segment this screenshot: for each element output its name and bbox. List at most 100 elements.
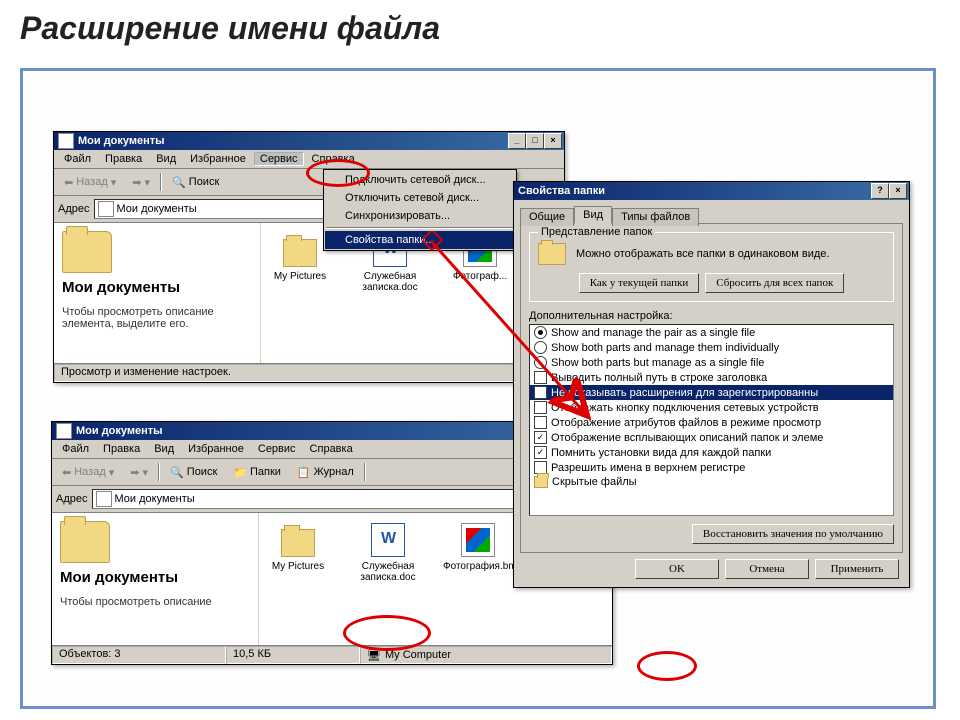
- side-description: Чтобы просмотреть описание элемента, выд…: [62, 306, 252, 330]
- folder-icon: [60, 521, 110, 563]
- setting-label: Разрешить имена в верхнем регистре: [551, 462, 745, 474]
- close-button[interactable]: ×: [889, 183, 907, 199]
- menu-item[interactable]: Отключить сетевой диск...: [325, 189, 515, 207]
- checkbox-icon: [534, 371, 547, 384]
- menu-правка[interactable]: Правка: [99, 152, 148, 166]
- setting-label: Помнить установки вида для каждой папки: [551, 447, 771, 459]
- menu-избранное[interactable]: Избранное: [184, 152, 252, 166]
- checkbox-icon: ✓: [534, 446, 547, 459]
- titlebar[interactable]: Мои документы _ □ ×: [54, 132, 564, 150]
- setting-row[interactable]: Разрешить имена в верхнем регистре: [530, 460, 893, 475]
- checkbox-icon: ✓: [534, 431, 547, 444]
- setting-label: Выводить полный путь в строке заголовка: [551, 372, 767, 384]
- window-title: Мои документы: [76, 425, 163, 437]
- tab-panel-view: Представление папок Можно отображать все…: [520, 223, 903, 553]
- menu-избранное[interactable]: Избранное: [182, 442, 250, 456]
- menu-правка[interactable]: Правка: [97, 442, 146, 456]
- group-text: Можно отображать все папки в одинаковом …: [576, 248, 885, 260]
- file-label: Фотография.bmp: [443, 561, 513, 572]
- address-field[interactable]: Мои документы: [92, 489, 537, 509]
- setting-row[interactable]: Show both parts and manage them individu…: [530, 340, 893, 355]
- setting-row[interactable]: Скрытые файлы: [530, 475, 893, 489]
- maximize-button[interactable]: □: [526, 133, 544, 149]
- address-label: Адрес: [58, 203, 90, 215]
- folders-button[interactable]: 📁 Папки: [227, 465, 287, 480]
- folder-icon: [98, 201, 114, 217]
- forward-button[interactable]: ➡ ▾: [124, 465, 154, 480]
- menu-справка[interactable]: Справка: [304, 442, 359, 456]
- file-label: My Pictures: [263, 561, 333, 572]
- file-label: Фотограф...: [445, 271, 515, 282]
- advanced-settings-list[interactable]: Show and manage the pair as a single fil…: [529, 324, 894, 516]
- setting-row[interactable]: Show both parts but manage as a single f…: [530, 355, 893, 370]
- search-button[interactable]: 🔍 Поиск: [164, 465, 223, 480]
- menu-item-folder-options[interactable]: Свойства папки...: [325, 231, 515, 249]
- forward-button[interactable]: ➡ ▾: [126, 175, 156, 190]
- menu-сервис[interactable]: Сервис: [254, 152, 304, 166]
- address-label: Адрес: [56, 493, 88, 505]
- reset-all-button[interactable]: Сбросить для всех папок: [705, 273, 844, 293]
- radio-icon: [534, 356, 547, 369]
- help-button[interactable]: ?: [871, 183, 889, 199]
- cancel-button[interactable]: Отмена: [725, 559, 809, 579]
- file-item[interactable]: Служебная записка.doc: [353, 523, 423, 583]
- setting-row[interactable]: Show and manage the pair as a single fil…: [530, 325, 893, 340]
- setting-row[interactable]: Выводить полный путь в строке заголовка: [530, 370, 893, 385]
- menu-вид[interactable]: Вид: [150, 152, 182, 166]
- annotation-circle: [637, 651, 697, 681]
- menu-вид[interactable]: Вид: [148, 442, 180, 456]
- file-item[interactable]: Фотография.bmp: [443, 523, 513, 572]
- restore-defaults-button[interactable]: Восстановить значения по умолчанию: [692, 524, 894, 544]
- setting-label: Скрытые файлы: [552, 476, 637, 488]
- setting-label: Show and manage the pair as a single fil…: [551, 327, 755, 339]
- close-button[interactable]: ×: [544, 133, 562, 149]
- checkbox-icon: [534, 416, 547, 429]
- file-label: My Pictures: [265, 271, 335, 282]
- menu-item[interactable]: Синхронизировать...: [325, 207, 515, 225]
- apply-button[interactable]: Применить: [815, 559, 899, 579]
- back-button[interactable]: ⬅ Назад ▾: [58, 175, 122, 190]
- group-title: Представление папок: [538, 226, 655, 238]
- slide-title: Расширение имени файла: [0, 0, 960, 57]
- side-description: Чтобы просмотреть описание: [60, 596, 250, 608]
- folder-icon: [96, 491, 112, 507]
- menu-файл[interactable]: Файл: [58, 152, 97, 166]
- doc-icon: [371, 523, 405, 557]
- setting-row[interactable]: Отображать кнопку подключения сетевых ус…: [530, 400, 893, 415]
- setting-row[interactable]: ✓Отображение всплывающих описаний папок …: [530, 430, 893, 445]
- dialog-title: Свойства папки: [518, 185, 605, 197]
- menu-item[interactable]: Подключить сетевой диск...: [325, 171, 515, 189]
- folder-icon: [56, 423, 72, 439]
- folder-options-dialog: Свойства папки ? × ОбщиеВидТипы файлов П…: [513, 181, 910, 588]
- setting-row[interactable]: ✓ Помнить установки вида для каждой папки: [530, 445, 893, 460]
- minimize-button[interactable]: _: [508, 133, 526, 149]
- file-item[interactable]: My Pictures: [263, 523, 333, 572]
- menu-сервис[interactable]: Сервис: [252, 442, 302, 456]
- titlebar[interactable]: Свойства папки ? ×: [514, 182, 909, 200]
- tab-Типы файлов[interactable]: Типы файлов: [612, 208, 699, 226]
- slide-frame: Мои документы _ □ × ФайлПравкаВидИзбранн…: [20, 68, 936, 709]
- folder-icon: [534, 476, 548, 488]
- status-location: 🖥 My Computer: [360, 646, 612, 664]
- menu-файл[interactable]: Файл: [56, 442, 95, 456]
- tools-menu: Подключить сетевой диск...Отключить сете…: [323, 169, 517, 251]
- menu-справка[interactable]: Справка: [306, 152, 361, 166]
- menubar: ФайлПравкаВидИзбранноеСервисСправка: [54, 150, 564, 169]
- status-count: Объектов: 3: [52, 646, 226, 664]
- journal-button[interactable]: 📋 Журнал: [291, 465, 360, 480]
- tab-Общие[interactable]: Общие: [520, 208, 574, 226]
- setting-label: Отображение атрибутов файлов в режиме пр…: [551, 417, 821, 429]
- folder-icon: [281, 529, 315, 557]
- back-button[interactable]: ⬅ Назад ▾: [56, 465, 120, 480]
- tab-Вид[interactable]: Вид: [574, 206, 612, 224]
- search-button[interactable]: 🔍 Поиск: [166, 175, 225, 190]
- ok-button[interactable]: OK: [635, 559, 719, 579]
- setting-label: Не показывать расширения для зарегистрир…: [551, 387, 818, 399]
- setting-row[interactable]: Отображение атрибутов файлов в режиме пр…: [530, 415, 893, 430]
- setting-label: Show both parts but manage as a single f…: [551, 357, 764, 369]
- radio-icon: [534, 341, 547, 354]
- folder-icon: [58, 133, 74, 149]
- setting-row[interactable]: Не показывать расширения для зарегистрир…: [530, 385, 893, 400]
- window-title: Мои документы: [78, 135, 165, 147]
- like-current-button[interactable]: Как у текущей папки: [579, 273, 700, 293]
